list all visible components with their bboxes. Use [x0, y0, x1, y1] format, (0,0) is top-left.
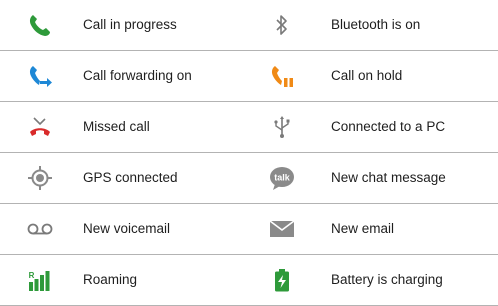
status-icon-table: Call in progress Bluetooth is on Call fo… [0, 0, 498, 306]
icon-label: New voicemail [83, 221, 171, 236]
talk-chat-icon: talk [268, 164, 296, 192]
call-hold-icon [268, 62, 296, 90]
icon-label: Connected to a PC [331, 119, 446, 134]
gps-icon [26, 164, 54, 192]
table-cell: R Roaming [0, 255, 249, 305]
bluetooth-icon [268, 11, 296, 39]
table-cell: Bluetooth is on [249, 0, 498, 50]
table-cell: Call on hold [249, 51, 498, 101]
table-cell: New email [249, 204, 498, 254]
table-cell: talk New chat message [249, 153, 498, 203]
icon-label: Missed call [83, 119, 150, 134]
icon-label: New chat message [331, 170, 446, 185]
table-row: Call in progress Bluetooth is on [0, 0, 498, 51]
icon-label: Call on hold [331, 68, 403, 83]
table-cell: GPS connected [0, 153, 249, 203]
table-cell: Call in progress [0, 0, 249, 50]
table-cell: Connected to a PC [249, 102, 498, 152]
table-row: Call forwarding on Call on hold [0, 51, 498, 102]
table-row: Missed call Connected to a PC [0, 102, 498, 153]
call-forward-icon [26, 62, 54, 90]
table-cell: New voicemail [0, 204, 249, 254]
table-cell: Missed call [0, 102, 249, 152]
talk-icon-text: talk [274, 173, 291, 183]
voicemail-icon [26, 215, 54, 243]
table-row: GPS connected talk New chat message [0, 153, 498, 204]
icon-label: Roaming [83, 272, 138, 287]
table-row: R Roaming Battery is charging [0, 255, 498, 306]
usb-icon [268, 113, 296, 141]
roaming-icon: R [26, 266, 54, 294]
phone-green-icon [26, 11, 54, 39]
icon-label: Bluetooth is on [331, 17, 421, 32]
icon-label: Call forwarding on [83, 68, 192, 83]
icon-label: Battery is charging [331, 272, 443, 287]
missed-call-icon [26, 113, 54, 141]
icon-label: GPS connected [83, 170, 178, 185]
email-envelope-icon [268, 215, 296, 243]
roaming-icon-text: R [29, 271, 35, 280]
icon-label: New email [331, 221, 395, 236]
icon-label: Call in progress [83, 17, 177, 32]
table-row: New voicemail New email [0, 204, 498, 255]
battery-charging-icon [268, 266, 296, 294]
table-cell: Call forwarding on [0, 51, 249, 101]
table-cell: Battery is charging [249, 255, 498, 305]
